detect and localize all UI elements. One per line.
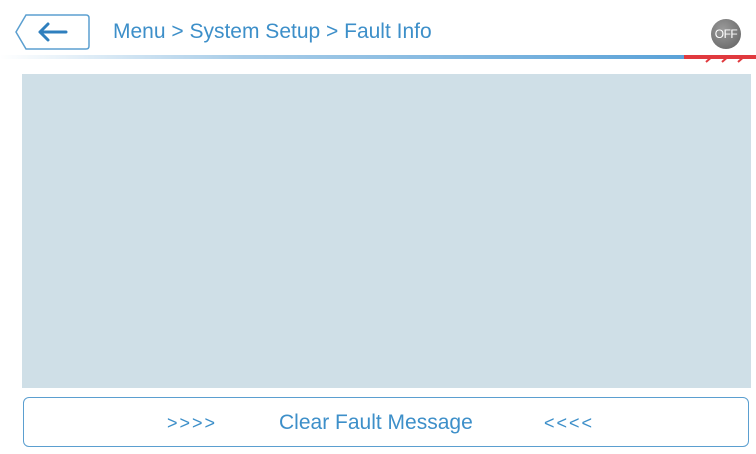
clear-fault-message-label: Clear Fault Message [279,411,473,434]
fault-message-panel [22,74,751,388]
header-bar: Menu > System Setup > Fault Info OFF [0,0,756,66]
power-toggle-button[interactable]: OFF [711,19,741,49]
fault-alert-stripe [684,55,756,63]
left-arrows-decoration: >>>> [167,413,218,433]
clear-fault-message-button[interactable]: >>>> Clear Fault Message <<<< [23,397,749,447]
back-button[interactable] [14,14,90,50]
right-arrows-decoration: <<<< [544,413,595,433]
breadcrumb: Menu > System Setup > Fault Info [113,20,432,43]
header-divider [0,55,756,63]
arrow-left-icon [15,14,90,50]
